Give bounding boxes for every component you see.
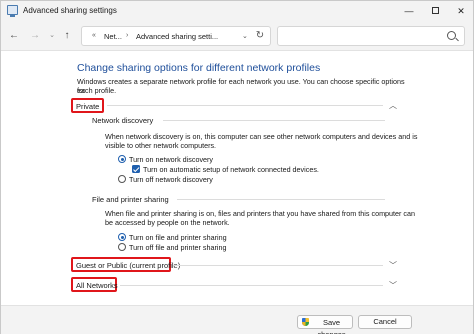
save-changes-label: Save changes [317, 318, 345, 334]
advanced-sharing-window: Advanced sharing settings — ✕ ← → ⌄ ↑ « … [0, 0, 474, 334]
address-dropdown-icon[interactable]: ⌄ [242, 32, 248, 40]
network-discovery-label: Network discovery [92, 116, 154, 125]
up-button[interactable]: ↑ [60, 29, 74, 43]
network-discovery-desc-line2: visible to other network computers. [105, 141, 217, 150]
maximize-icon [431, 7, 439, 15]
recent-locations-button[interactable]: ⌄ [45, 29, 59, 43]
network-discovery-on-radio[interactable] [118, 155, 126, 163]
breadcrumb-separator-icon[interactable]: › [126, 32, 128, 39]
refresh-button[interactable]: ↻ [253, 29, 267, 43]
network-discovery-off-label[interactable]: Turn off network discovery [129, 175, 213, 184]
subsection-divider [177, 199, 385, 200]
section-divider [107, 105, 383, 106]
footer-bar: Save changes Cancel [1, 305, 473, 334]
address-bar[interactable]: « Net... › Advanced sharing setti... ⌄ [81, 26, 271, 46]
search-icon [447, 31, 456, 40]
chevron-down-icon[interactable]: ﹀ [389, 282, 397, 290]
file-printer-on-label[interactable]: Turn on file and printer sharing [129, 233, 227, 242]
file-printer-sharing-label: File and printer sharing [92, 195, 169, 204]
address-root-chevron-icon[interactable]: « [92, 32, 96, 39]
navigation-bar: ← → ⌄ ↑ « Net... › Advanced sharing sett… [1, 21, 473, 51]
network-discovery-off-radio[interactable] [118, 175, 126, 183]
window-title: Advanced sharing settings [23, 6, 117, 15]
file-printer-on-radio[interactable] [118, 233, 126, 241]
search-input[interactable] [277, 26, 465, 46]
section-divider [120, 285, 383, 286]
back-button[interactable]: ← [7, 29, 21, 43]
network-discovery-on-label[interactable]: Turn on network discovery [129, 155, 213, 164]
breadcrumb-advanced-sharing[interactable]: Advanced sharing setti... [136, 32, 218, 41]
minimize-button[interactable]: — [397, 1, 421, 21]
file-printer-desc-line1: When file and printer sharing is on, fil… [105, 209, 416, 218]
section-header-private[interactable]: Private [76, 102, 99, 111]
file-printer-off-radio[interactable] [118, 243, 126, 251]
network-discovery-desc-line1: When network discovery is on, this compu… [105, 132, 418, 141]
chevron-down-icon[interactable]: ﹀ [389, 262, 397, 270]
subsection-divider [163, 120, 385, 121]
file-printer-off-label[interactable]: Turn off file and printer sharing [129, 243, 226, 252]
auto-setup-label[interactable]: Turn on automatic setup of network conne… [143, 165, 319, 174]
close-button[interactable]: ✕ [449, 1, 473, 21]
title-bar: Advanced sharing settings — ✕ [1, 1, 473, 21]
chevron-up-icon[interactable]: ︿ [389, 102, 397, 110]
file-printer-desc-line2: be accessed by people on the network. [105, 218, 230, 227]
breadcrumb-network[interactable]: Net... [104, 32, 122, 41]
cancel-button[interactable]: Cancel [358, 315, 412, 329]
forward-button[interactable]: → [28, 29, 42, 43]
section-header-guest-public[interactable]: Guest or Public (current profile) [76, 261, 180, 270]
section-header-all-networks[interactable]: All Networks [76, 281, 118, 290]
network-app-icon [7, 5, 18, 17]
maximize-button[interactable] [423, 1, 447, 21]
page-title: Change sharing options for different net… [77, 62, 321, 74]
save-changes-button[interactable]: Save changes [297, 315, 353, 334]
uac-shield-icon [302, 318, 309, 326]
auto-setup-checkbox[interactable] [132, 165, 140, 173]
section-divider [174, 265, 383, 266]
page-description-line2: each profile. [77, 86, 117, 95]
